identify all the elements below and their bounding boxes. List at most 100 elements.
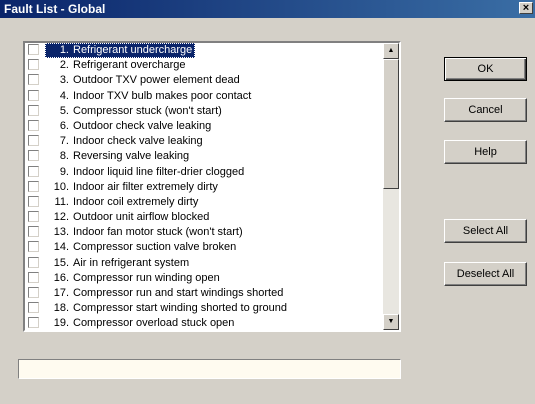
item-label: 9. Indoor liquid line filter-drier clogge… bbox=[45, 165, 247, 180]
item-text: Compressor start winding shorted to grou… bbox=[73, 302, 287, 315]
help-button[interactable]: Help bbox=[444, 140, 527, 164]
item-checkbox[interactable] bbox=[28, 44, 39, 55]
list-item[interactable]: 2. Refrigerant overcharge bbox=[25, 58, 381, 73]
item-checkbox[interactable] bbox=[28, 226, 39, 238]
item-text: Outdoor check valve leaking bbox=[73, 119, 212, 132]
item-number: 16. bbox=[53, 271, 69, 284]
window-title: Fault List - Global bbox=[4, 2, 106, 16]
fault-list-items: 1. Refrigerant undercharge 2. Refrigerant o… bbox=[25, 43, 381, 330]
item-checkbox[interactable] bbox=[28, 59, 39, 71]
item-checkbox[interactable] bbox=[28, 271, 39, 283]
item-number: 7. bbox=[59, 135, 69, 148]
item-checkbox[interactable] bbox=[28, 211, 39, 223]
item-text: Indoor air filter extremely dirty bbox=[73, 180, 218, 193]
list-item[interactable]: 1. Refrigerant undercharge bbox=[25, 43, 381, 58]
item-number: 9. bbox=[59, 165, 69, 178]
scroll-down-button[interactable]: ▼ bbox=[383, 314, 399, 330]
list-item[interactable]: 12. Outdoor unit airflow blocked bbox=[25, 210, 381, 225]
item-number: 17. bbox=[53, 287, 69, 299]
list-item[interactable]: 13. Indoor fan motor stuck (won't start) bbox=[25, 225, 381, 240]
item-label: 15. Air in refrigerant system bbox=[45, 256, 192, 271]
item-label: 18. Compressor start winding shorted to g… bbox=[45, 301, 290, 316]
item-text: Indoor coil extremely dirty bbox=[73, 195, 199, 208]
item-text: Indoor check valve leaking bbox=[73, 135, 203, 148]
item-number: 19. bbox=[53, 317, 69, 330]
item-checkbox[interactable] bbox=[28, 180, 39, 192]
list-item[interactable]: 4. Indoor TXV bulb makes poor contact bbox=[25, 89, 381, 104]
item-number: 4. bbox=[59, 89, 69, 102]
list-item[interactable]: 3. Outdoor TXV power element dead bbox=[25, 73, 381, 88]
close-button[interactable]: × bbox=[519, 2, 533, 14]
list-item[interactable]: 11. Indoor coil extremely dirty bbox=[25, 195, 381, 210]
status-field bbox=[18, 359, 401, 379]
list-item[interactable]: 15. Air in refrigerant system bbox=[25, 256, 381, 271]
item-checkbox[interactable] bbox=[28, 74, 39, 86]
list-item[interactable]: 14. Compressor suction valve broken bbox=[25, 240, 381, 255]
list-item[interactable]: 10. Indoor air filter extremely dirty bbox=[25, 180, 381, 195]
item-text: Refrigerant undercharge bbox=[73, 44, 193, 56]
item-checkbox[interactable] bbox=[28, 150, 39, 162]
list-item[interactable]: 16. Compressor run winding open bbox=[25, 271, 381, 286]
list-item[interactable]: 5. Compressor stuck (won't start) bbox=[25, 104, 381, 119]
item-text: Outdoor TXV power element dead bbox=[73, 74, 240, 87]
list-item[interactable]: 8. Reversing valve leaking bbox=[25, 149, 381, 164]
item-checkbox[interactable] bbox=[28, 89, 39, 101]
item-checkbox[interactable] bbox=[28, 302, 39, 314]
item-checkbox[interactable] bbox=[28, 287, 39, 298]
item-label: 10. Indoor air filter extremely dirty bbox=[45, 180, 221, 195]
item-checkbox[interactable] bbox=[28, 317, 39, 329]
item-label: 1. Refrigerant undercharge bbox=[45, 43, 196, 58]
item-checkbox[interactable] bbox=[28, 241, 39, 253]
item-label: 4. Indoor TXV bulb makes poor contact bbox=[45, 89, 254, 104]
item-text: Outdoor unit airflow blocked bbox=[73, 211, 210, 224]
list-item[interactable]: 7. Indoor check valve leaking bbox=[25, 134, 381, 149]
item-text: Air in refrigerant system bbox=[73, 256, 190, 269]
item-label: 14. Compressor suction valve broken bbox=[45, 240, 239, 255]
scroll-up-icon: ▲ bbox=[387, 47, 395, 54]
ok-button[interactable]: OK bbox=[444, 57, 527, 81]
item-label: 8. Reversing valve leaking bbox=[45, 149, 192, 164]
item-label: 6. Outdoor check valve leaking bbox=[45, 119, 214, 134]
list-item[interactable]: 17. Compressor run and start windings sho… bbox=[25, 286, 381, 301]
item-checkbox[interactable] bbox=[28, 165, 39, 177]
fault-list-dialog: Fault List - Global × 1. Refrigerant unde… bbox=[0, 0, 535, 404]
cancel-button[interactable]: Cancel bbox=[444, 98, 527, 122]
item-number: 3. bbox=[59, 74, 69, 87]
item-number: 6. bbox=[59, 119, 69, 132]
item-text: Reversing valve leaking bbox=[73, 150, 190, 163]
item-label: 13. Indoor fan motor stuck (won't start) bbox=[45, 225, 246, 240]
item-number: 11. bbox=[54, 195, 69, 208]
item-text: Refrigerant overcharge bbox=[73, 59, 186, 72]
item-label: 5. Compressor stuck (won't start) bbox=[45, 104, 225, 119]
item-text: Compressor run and start windings shorte… bbox=[73, 287, 284, 299]
item-text: Compressor overload stuck open bbox=[73, 317, 235, 330]
item-checkbox[interactable] bbox=[28, 195, 39, 207]
item-text: Indoor TXV bulb makes poor contact bbox=[73, 89, 252, 102]
list-item[interactable]: 18. Compressor start winding shorted to g… bbox=[25, 301, 381, 316]
list-item[interactable]: 6. Outdoor check valve leaking bbox=[25, 119, 381, 134]
item-label: 16. Compressor run winding open bbox=[45, 271, 223, 286]
item-text: Compressor suction valve broken bbox=[73, 241, 237, 254]
item-number: 12. bbox=[53, 211, 69, 224]
scroll-up-button[interactable]: ▲ bbox=[383, 43, 399, 59]
item-number: 2. bbox=[59, 59, 69, 72]
item-checkbox[interactable] bbox=[28, 119, 39, 131]
title-bar[interactable]: Fault List - Global × bbox=[0, 0, 535, 18]
item-label: 11. Indoor coil extremely dirty bbox=[45, 195, 201, 210]
item-checkbox[interactable] bbox=[28, 256, 39, 268]
item-label: 12. Outdoor unit airflow blocked bbox=[45, 210, 212, 225]
list-item[interactable]: 9. Indoor liquid line filter-drier clogge… bbox=[25, 165, 381, 180]
item-label: 3. Outdoor TXV power element dead bbox=[45, 73, 243, 88]
item-number: 1. bbox=[59, 44, 69, 56]
select-all-button[interactable]: Select All bbox=[444, 219, 527, 243]
item-text: Compressor stuck (won't start) bbox=[73, 104, 222, 117]
scroll-thumb[interactable] bbox=[383, 59, 399, 189]
deselect-all-button[interactable]: Deselect All bbox=[444, 262, 527, 286]
item-checkbox[interactable] bbox=[28, 135, 39, 147]
list-item[interactable]: 19. Compressor overload stuck open bbox=[25, 316, 381, 330]
vertical-scrollbar[interactable]: ▲ ▼ bbox=[383, 43, 399, 330]
fault-listbox[interactable]: 1. Refrigerant undercharge 2. Refrigerant o… bbox=[23, 41, 401, 332]
item-checkbox[interactable] bbox=[28, 104, 39, 116]
item-number: 8. bbox=[59, 150, 69, 163]
item-label: 7. Indoor check valve leaking bbox=[45, 134, 206, 149]
